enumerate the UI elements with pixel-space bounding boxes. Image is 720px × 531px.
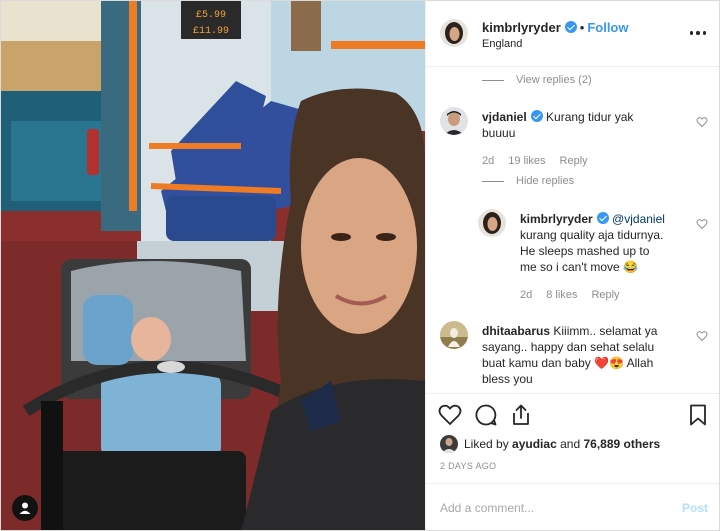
author-avatar[interactable]: [440, 19, 468, 47]
liked-by-prefix: Liked by: [464, 437, 509, 451]
view-replies-button[interactable]: View replies (2): [482, 74, 592, 86]
user-tag-button[interactable]: [12, 495, 38, 521]
share-icon[interactable]: [509, 403, 533, 427]
comment-body: vjdaniel Kurang tidur yak buuuu: [482, 109, 682, 141]
avatar-image: [440, 19, 468, 47]
comment-age[interactable]: 2d: [482, 155, 494, 167]
post-date[interactable]: 2 DAYS AGO: [440, 461, 496, 471]
replies-line: [482, 180, 504, 182]
liker-avatar[interactable]: [440, 435, 458, 453]
post-actions: [426, 393, 719, 433]
comments-list[interactable]: View replies (2) vjdaniel Kurang tidur y…: [426, 67, 719, 393]
commenter-avatar[interactable]: [440, 107, 468, 135]
comment-body: dhitaabarus Kiiimm.. selamat ya sayang..…: [482, 323, 692, 387]
add-comment-bar: Post: [426, 483, 719, 530]
comment-meta: 2d 8 likes Reply: [520, 289, 634, 301]
user-tag-icon: [19, 502, 31, 514]
liker-username[interactable]: ayudiac: [512, 437, 557, 451]
comment-icon[interactable]: [474, 403, 498, 427]
heart-icon[interactable]: [696, 330, 708, 342]
bus-sign-price-1: £5.99: [196, 10, 226, 21]
commenter-avatar[interactable]: [440, 321, 468, 349]
avatar-image: [478, 209, 506, 237]
post-photo[interactable]: £5.99 £11.99: [1, 1, 425, 530]
follow-button[interactable]: Follow: [587, 20, 628, 35]
comment-text-line: He sleeps mashed up to: [520, 244, 650, 258]
comment-text-line: me so i can't move 😂: [520, 260, 638, 274]
reply-item: kimbrlyryder @vjdaniel kurang quality aj…: [478, 209, 708, 309]
heart-icon[interactable]: [696, 218, 708, 230]
comment-username[interactable]: vjdaniel: [482, 110, 527, 124]
post-location[interactable]: England: [482, 38, 522, 50]
comment-text-line: Kurang tidur yak: [546, 110, 634, 124]
comment-input[interactable]: [440, 498, 660, 518]
separator: •: [579, 20, 585, 35]
post-sidebar: kimbrlyryder • Follow England View replies…: [425, 1, 719, 530]
comment-username[interactable]: kimbrlyryder: [520, 212, 593, 226]
post-comment-button[interactable]: Post: [682, 501, 708, 515]
avatar-image: [440, 321, 468, 349]
comment-text-line: sayang.. happy dan sehat selalu: [482, 340, 655, 354]
reply-button[interactable]: Reply: [591, 289, 619, 301]
comment-text-line: bless you: [482, 372, 533, 386]
comment-text-line: Kiiimm.. selamat ya: [553, 324, 658, 338]
comment-meta: 2d 19 likes Reply: [482, 155, 602, 167]
comment-text-line: buuuu: [482, 126, 516, 140]
comment-age[interactable]: 2d: [520, 289, 532, 301]
avatar-image: [440, 107, 468, 135]
likes-text: Liked by ayudiac and 76,889 others: [464, 437, 660, 451]
likes-summary: Liked by ayudiac and 76,889 others: [426, 433, 719, 455]
bookmark-icon[interactable]: [686, 403, 710, 427]
heart-icon[interactable]: [696, 116, 708, 128]
replies-line: [482, 79, 504, 81]
author-line: kimbrlyryder • Follow: [482, 20, 629, 35]
verified-badge-icon: [596, 212, 609, 224]
more-horizontal-icon[interactable]: [688, 23, 708, 43]
verified-badge-icon: [530, 110, 543, 122]
comment-likes[interactable]: 19 likes: [508, 155, 545, 167]
author-username[interactable]: kimbrlyryder: [482, 20, 561, 35]
mention-link[interactable]: @vjdaniel: [612, 212, 665, 226]
bus-selfie-image: £5.99 £11.99: [1, 1, 425, 530]
likes-others-count[interactable]: 76,889 others: [583, 437, 660, 451]
bus-sign-price-2: £11.99: [193, 26, 229, 37]
comment-text-line: kurang quality aja tidurnya.: [520, 228, 664, 242]
reply-button[interactable]: Reply: [560, 155, 588, 167]
hide-replies-button[interactable]: Hide replies: [482, 175, 574, 187]
likes-and: and: [560, 437, 581, 451]
comment-likes[interactable]: 8 likes: [546, 289, 577, 301]
instagram-post: £5.99 £11.99 kimbrlyryder • Follow Engla…: [0, 0, 720, 531]
hide-replies-label: Hide replies: [516, 175, 575, 187]
comment-text-line: buat kamu dan baby ❤️😍 Allah: [482, 356, 654, 370]
post-header: kimbrlyryder • Follow England: [426, 1, 719, 67]
avatar-image: [440, 435, 458, 453]
commenter-avatar[interactable]: [478, 209, 506, 237]
comment-item: vjdaniel Kurang tidur yak buuuu 2d 19 lik…: [440, 107, 708, 177]
comment-username[interactable]: dhitaabarus: [482, 324, 550, 338]
comment-item: dhitaabarus Kiiimm.. selamat ya sayang..…: [440, 321, 708, 393]
comment-body: kimbrlyryder @vjdaniel kurang quality aj…: [520, 211, 690, 275]
heart-icon[interactable]: [438, 403, 462, 427]
view-replies-label: View replies (2): [516, 74, 592, 86]
verified-badge-icon: [564, 21, 577, 33]
